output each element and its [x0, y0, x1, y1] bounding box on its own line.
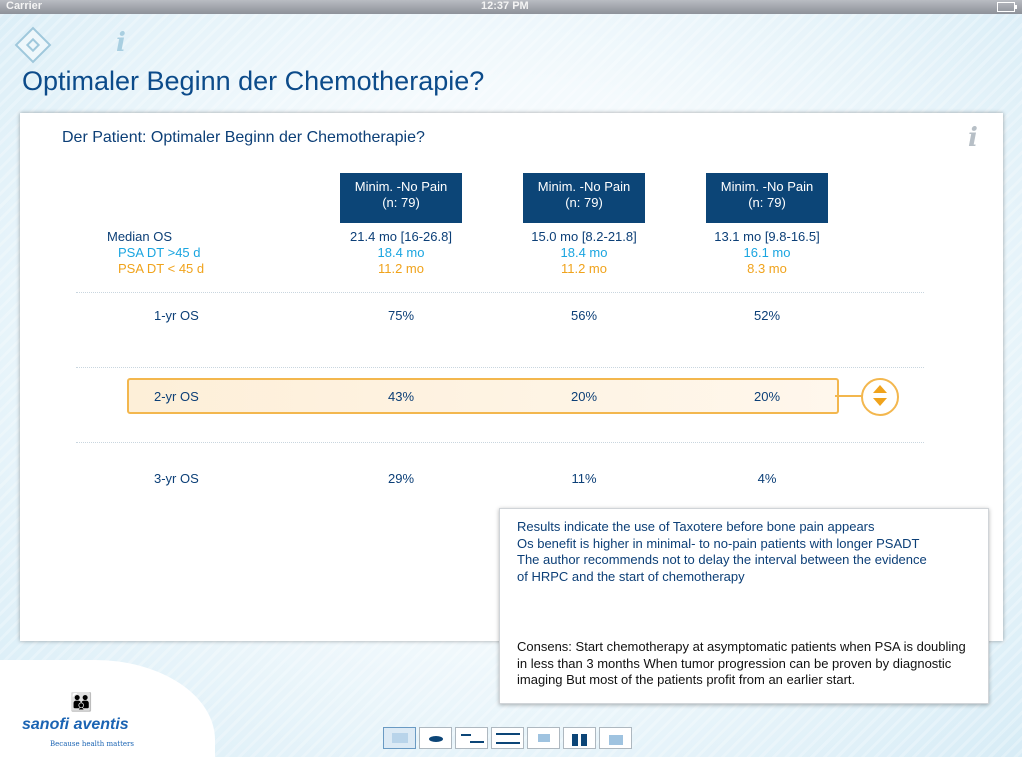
median-os-value: 15.0 mo [8.2-21.8] [531, 229, 637, 244]
slide-thumbnail[interactable] [563, 727, 596, 749]
psa-lt-value: 11.2 mo [560, 261, 607, 276]
os-value: 75% [387, 308, 415, 323]
slide-thumbnail[interactable] [383, 727, 416, 749]
column-header: Minim. -No Pain (n: 79) [523, 173, 645, 223]
psa-gt-value: 18.4 mo [377, 245, 425, 260]
os-value: 29% [387, 471, 415, 486]
median-os-label: Median OS [107, 229, 173, 244]
slide-thumbnail[interactable] [527, 727, 560, 749]
info-icon[interactable]: i [116, 28, 126, 58]
psa-dt-lt-label: PSA DT < 45 d [118, 261, 205, 276]
clock: 12:37 PM [481, 0, 529, 12]
column-header-label: Minim. -No Pain [354, 179, 448, 194]
os-value: 20% [570, 389, 598, 404]
page-title: Optimaler Beginn der Chemotherapie? [22, 66, 485, 96]
psa-lt-value: 8.3 mo [747, 261, 787, 276]
battery-icon [997, 2, 1017, 12]
slide-thumbnail-bar [383, 727, 632, 749]
slide-thumbnail[interactable] [599, 727, 632, 749]
column-header-label: Minim. -No Pain [720, 179, 814, 194]
column-header: Minim. -No Pain (n: 79) [340, 173, 462, 223]
brand-tagline: Because health matters [50, 740, 134, 748]
summary-popup: Results indicate the use of Taxotere bef… [499, 508, 989, 704]
slide-thumbnail[interactable] [419, 727, 452, 749]
row-divider [76, 292, 924, 293]
consens-text: Consens: Start chemotherapy at asymptoma… [517, 639, 966, 687]
median-os-value: 21.4 mo [16-26.8] [350, 229, 452, 244]
summary-line: Results indicate the use of Taxotere bef… [517, 519, 875, 534]
info-icon[interactable]: i [968, 123, 978, 153]
slide-thumbnail[interactable] [491, 727, 524, 749]
column-header-count: (n: 79) [748, 195, 786, 210]
up-down-arrows-icon[interactable] [861, 378, 899, 416]
diamond-home-icon[interactable] [14, 26, 52, 64]
os-value: 56% [570, 308, 598, 323]
status-bar: Carrier 12:37 PM [0, 0, 1022, 14]
summary-line: of HRPC and the start of chemotherapy [517, 568, 745, 584]
os-value: 4% [757, 471, 777, 486]
psa-gt-value: 18.4 mo [560, 245, 608, 260]
brand-logo: sanofi aventis [22, 716, 129, 733]
row-divider [76, 367, 924, 368]
os-value: 20% [753, 389, 781, 404]
summary-line: The author recommends not to delay the i… [517, 552, 927, 567]
row-divider [76, 442, 924, 443]
median-os-value: 13.1 mo [9.8-16.5] [714, 229, 820, 244]
row-label-3yr: 3-yr OS [154, 471, 199, 486]
psa-lt-value: 11.2 mo [377, 261, 424, 276]
row-label-1yr: 1-yr OS [154, 308, 199, 323]
card-title: Der Patient: Optimaler Beginn der Chemot… [62, 129, 425, 146]
row-label-2yr: 2-yr OS [154, 389, 199, 404]
column-header: Minim. -No Pain (n: 79) [706, 173, 828, 223]
os-value: 52% [753, 308, 781, 323]
summary-line: Os benefit is higher in minimal- to no-p… [517, 535, 920, 551]
psa-dt-gt-label: PSA DT >45 d [118, 245, 201, 260]
os-value: 43% [387, 389, 415, 404]
arrow-down-icon[interactable] [873, 398, 887, 406]
psa-gt-value: 16.1 mo [743, 245, 791, 260]
slide-thumbnail[interactable] [455, 727, 488, 749]
column-header-count: (n: 79) [565, 195, 603, 210]
people-logo-icon: 👪 [70, 692, 92, 712]
os-value: 11% [571, 471, 597, 486]
carrier-label: Carrier [6, 0, 43, 12]
column-header-label: Minim. -No Pain [537, 179, 631, 194]
arrow-up-icon[interactable] [873, 385, 887, 393]
column-header-count: (n: 79) [382, 195, 420, 210]
